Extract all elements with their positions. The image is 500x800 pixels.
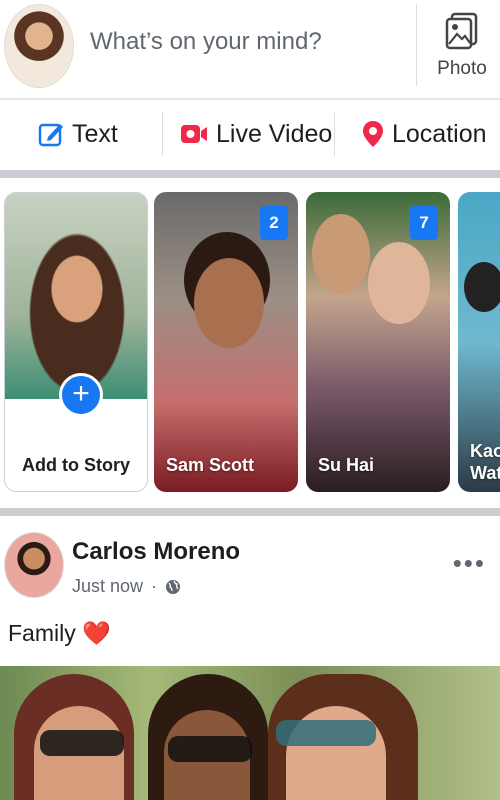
divider [162,112,163,156]
divider [334,112,335,156]
user-story-photo [5,193,147,399]
plus-icon[interactable]: + [59,373,103,417]
photo-icon [445,12,478,50]
user-avatar[interactable] [4,4,74,88]
globe-icon [166,579,181,594]
meta-separator: · [151,576,158,596]
story-name: Su Hai [318,455,375,475]
post-photo[interactable] [0,666,500,800]
story-photo [368,242,430,324]
story-photo [312,214,370,294]
stories-tray: + Add to Story 2 Sam Scott 7 Su Hai Kao … [0,182,500,506]
story-card[interactable]: 2 Sam Scott [154,192,298,492]
add-story-card[interactable]: + Add to Story [4,192,148,492]
status-prompt[interactable]: What’s on your mind? [90,28,322,56]
story-card[interactable]: 7 Su Hai [306,192,450,492]
text-label: Text [72,119,118,148]
location-pin-icon [363,121,383,147]
section-divider [0,508,500,516]
live-video-label: Live Video [216,119,333,148]
post-time[interactable]: Just now [72,576,143,597]
live-video-button[interactable]: Live Video [180,100,332,168]
section-divider [0,170,500,178]
story-card[interactable]: Kao Wat [458,192,500,492]
author-avatar[interactable] [4,532,64,598]
story-count-badge: 7 [410,206,438,240]
post-author[interactable]: Carlos Moreno [72,538,240,566]
story-name: Kao Wat [470,441,500,483]
video-camera-icon [181,125,207,143]
story-photo [194,258,264,348]
photo-button[interactable]: Photo [424,8,500,86]
post-text: Family ❤️ [8,620,111,647]
add-story-label: Add to Story [22,455,130,475]
sunglasses [40,730,124,756]
more-options-icon[interactable]: ••• [453,548,486,579]
location-button[interactable]: Location [362,100,487,168]
composer-actions: Text Live Video Location [0,100,500,168]
story-name: Sam Scott [166,455,255,475]
composer: What’s on your mind? Photo [0,0,500,90]
edit-icon [38,123,63,147]
story-photo [464,262,500,312]
text-button[interactable]: Text [38,100,118,168]
photo-label: Photo [437,58,487,79]
divider [416,4,417,86]
location-label: Location [392,119,487,148]
post-meta: Just now · [72,576,181,597]
heart-emoji: ❤️ [82,620,111,646]
sunglasses [276,720,376,746]
story-count-badge: 2 [260,206,288,240]
feed-post: Carlos Moreno Just now · ••• Family ❤️ [0,520,500,800]
sunglasses [168,736,252,762]
post-caption: Family [8,620,76,646]
